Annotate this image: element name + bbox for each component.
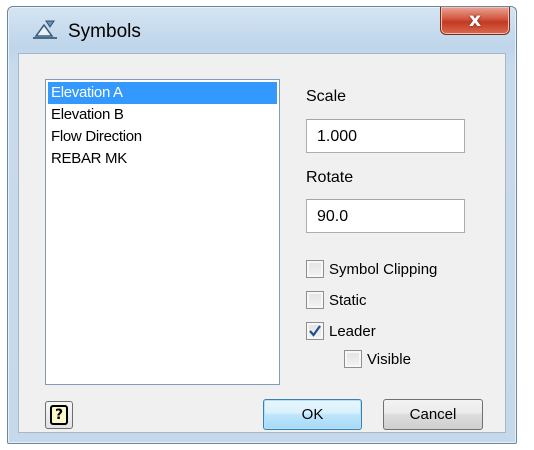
help-button[interactable]: ?	[45, 401, 73, 429]
leader-label: Leader	[329, 322, 376, 340]
rotate-input[interactable]: 90.0	[306, 199, 465, 233]
title-bar[interactable]: Symbols x	[8, 7, 516, 53]
list-item[interactable]: REBAR MK	[46, 148, 279, 170]
rotate-label: Rotate	[306, 169, 354, 186]
ok-button[interactable]: OK	[263, 399, 362, 430]
static-option[interactable]: Static	[306, 289, 367, 311]
dialog-body: Elevation A Elevation B Flow Direction R…	[18, 53, 506, 433]
list-item[interactable]: Elevation A	[48, 82, 277, 104]
visible-checkbox[interactable]	[344, 350, 362, 368]
leader-option[interactable]: Leader	[306, 320, 376, 342]
symbol-clipping-label: Symbol Clipping	[329, 260, 438, 278]
visible-label: Visible	[367, 350, 411, 368]
list-item[interactable]: Elevation B	[46, 104, 279, 126]
scale-input[interactable]: 1.000	[306, 119, 465, 153]
symbol-list[interactable]: Elevation A Elevation B Flow Direction R…	[45, 79, 280, 385]
close-icon: x	[468, 9, 482, 31]
help-icon: ?	[50, 405, 68, 425]
scale-label: Scale	[306, 88, 347, 105]
window-title: Symbols	[68, 21, 141, 42]
symbol-clipping-option[interactable]: Symbol Clipping	[306, 258, 437, 280]
visible-option[interactable]: Visible	[344, 348, 411, 370]
cancel-button[interactable]: Cancel	[383, 399, 483, 430]
symbol-app-icon	[30, 17, 60, 43]
symbols-dialog: Symbols x Elevation A Elevation B Flow D…	[7, 6, 517, 444]
close-button[interactable]: x	[440, 7, 510, 35]
static-checkbox[interactable]	[306, 291, 324, 309]
symbol-clipping-checkbox[interactable]	[306, 260, 324, 278]
list-item[interactable]: Flow Direction	[46, 126, 279, 148]
checkmark-icon	[309, 325, 321, 337]
leader-checkbox[interactable]	[306, 322, 324, 340]
static-label: Static	[329, 291, 367, 309]
